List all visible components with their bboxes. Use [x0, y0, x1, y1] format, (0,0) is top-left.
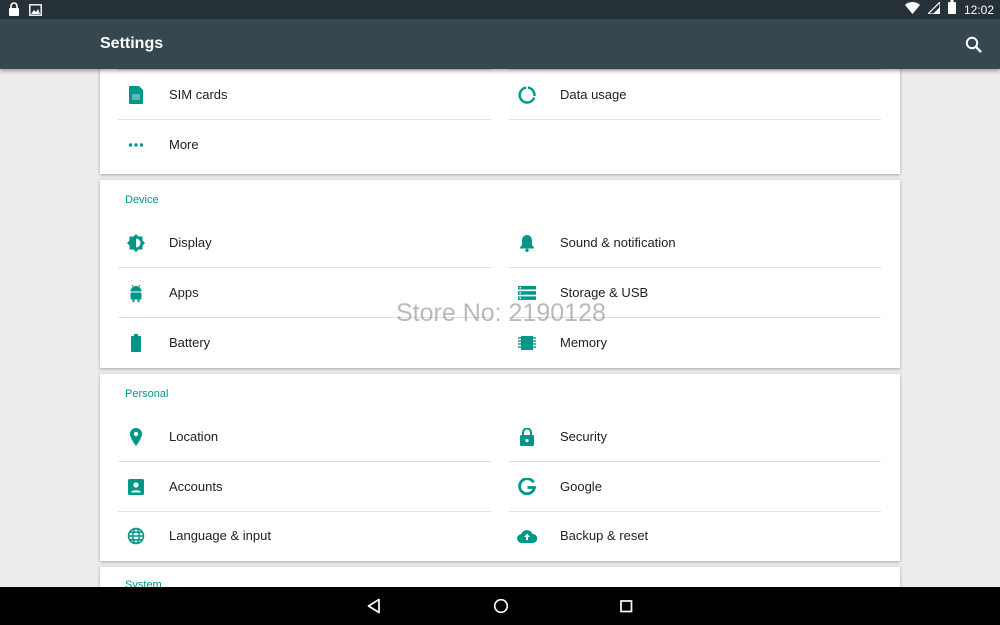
settings-item-security[interactable]: Security: [509, 412, 881, 462]
settings-item-google[interactable]: Google: [509, 462, 881, 512]
battery-icon: [126, 333, 146, 353]
settings-item-language-input[interactable]: Language & input: [118, 511, 491, 561]
settings-item-label: More: [169, 137, 199, 152]
settings-item-sim-cards[interactable]: SIM cards: [118, 70, 491, 120]
wifi-icon: [904, 1, 920, 19]
settings-item-label: Security: [560, 429, 607, 444]
settings-item-label: Language & input: [169, 528, 271, 543]
page-title: Settings: [100, 35, 164, 52]
section-header-personal: Personal: [125, 388, 169, 400]
settings-item-location[interactable]: Location: [118, 412, 491, 462]
signal-icon: [926, 0, 941, 19]
watermark-text: Store No: 2190128: [396, 299, 606, 327]
settings-item-label: Location: [169, 429, 219, 444]
settings-item-label: Google: [560, 479, 602, 494]
section-header-device: Device: [125, 194, 159, 206]
card-device: Device Display Sound & notification Apps…: [100, 180, 900, 368]
settings-item-label: Storage & USB: [560, 285, 649, 300]
account-box-icon: [126, 477, 146, 497]
settings-item-label: Apps: [169, 285, 199, 300]
more-horiz-icon: [126, 135, 146, 155]
settings-item-label: Memory: [560, 335, 607, 350]
settings-item-label: Backup & reset: [560, 528, 649, 543]
android-icon: [126, 283, 146, 303]
settings-item-display[interactable]: Display: [118, 218, 491, 268]
settings-item-label: Display: [169, 235, 212, 250]
cloud-upload-icon: [517, 526, 537, 546]
display-brightness-icon: [126, 233, 146, 253]
image-icon: [29, 3, 42, 21]
data-usage-icon: [517, 85, 537, 105]
sim-card-icon: [126, 85, 146, 105]
home-button[interactable]: [491, 596, 511, 616]
recents-square-icon: [620, 600, 633, 613]
card-system: System: [100, 567, 900, 587]
clock: 12:02: [963, 2, 994, 17]
settings-item-label: Sound & notification: [560, 235, 676, 250]
settings-item-sound-notification[interactable]: Sound & notification: [509, 218, 881, 268]
lock-icon: [517, 427, 537, 447]
settings-item-more[interactable]: More: [118, 120, 491, 170]
settings-item-data-usage[interactable]: Data usage: [509, 70, 881, 120]
settings-item-label: Data usage: [560, 87, 627, 102]
card-personal: Personal Location Security Accounts Goog…: [100, 374, 900, 561]
search-button[interactable]: [964, 35, 984, 55]
globe-icon: [126, 526, 146, 546]
search-icon: [965, 36, 982, 53]
navigation-bar: [0, 587, 1000, 625]
settings-item-backup-reset[interactable]: Backup & reset: [509, 511, 881, 561]
app-bar: Settings: [0, 19, 1000, 69]
recents-button[interactable]: [616, 596, 636, 616]
memory-chip-icon: [517, 333, 537, 353]
home-circle-icon: [493, 598, 509, 614]
section-header-system: System: [125, 579, 162, 587]
settings-item-label: Battery: [169, 335, 211, 350]
card-wireless-networks: SIM cards Data usage More: [100, 69, 900, 174]
settings-item-accounts[interactable]: Accounts: [118, 462, 491, 512]
back-triangle-icon: [367, 598, 380, 614]
bell-icon: [517, 233, 537, 253]
status-bar: 12:02: [0, 0, 1000, 19]
battery-status-icon: [947, 0, 956, 19]
back-button[interactable]: [364, 596, 384, 616]
settings-item-label: SIM cards: [169, 87, 228, 102]
google-g-icon: [517, 477, 537, 497]
settings-list[interactable]: SIM cards Data usage More Device Display: [0, 69, 1000, 587]
location-pin-icon: [126, 427, 146, 447]
settings-item-label: Accounts: [169, 479, 223, 494]
